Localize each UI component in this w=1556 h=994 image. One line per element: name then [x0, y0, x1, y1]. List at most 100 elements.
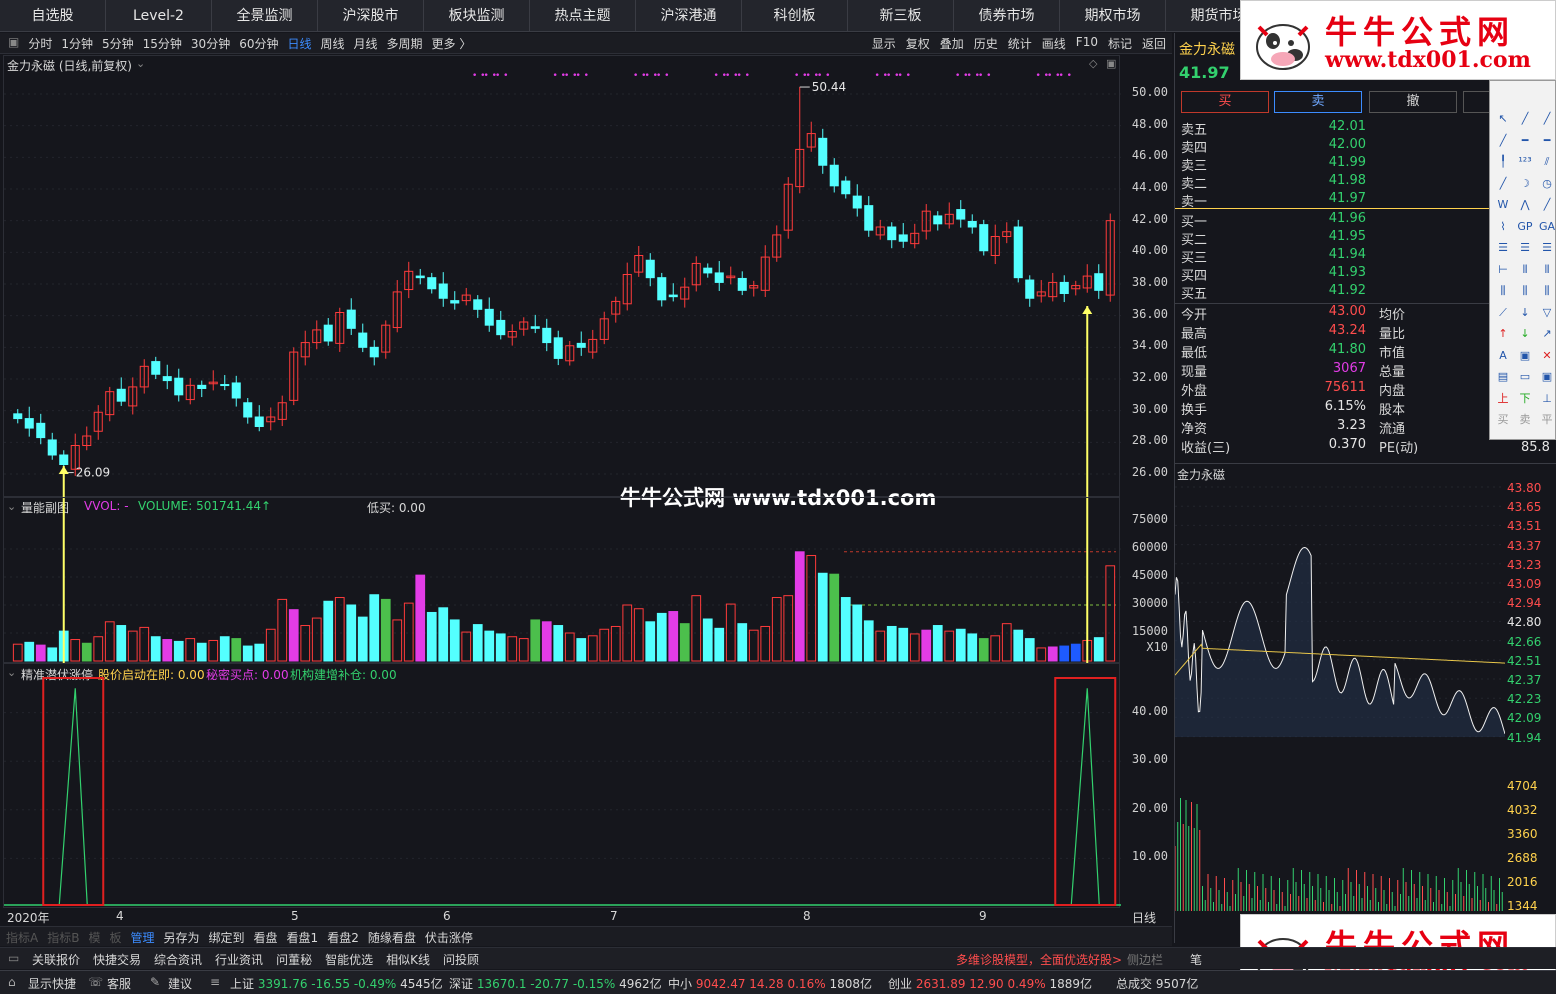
nav-item[interactable]: 热点主题 — [530, 0, 636, 32]
info-link[interactable]: 行业资讯 — [215, 953, 263, 967]
draw-tool-icon[interactable]: ▤ — [1494, 369, 1512, 385]
toolbar-item[interactable]: 历史 — [974, 35, 998, 52]
cancel-button[interactable]: 撤 — [1369, 91, 1457, 113]
draw-tool-icon[interactable]: ⫼ — [1494, 283, 1512, 299]
period-item[interactable]: 60分钟 — [239, 35, 278, 52]
draw-tool-icon[interactable]: ✕ — [1538, 348, 1556, 364]
draw-tool-icon[interactable]: ☰ — [1516, 240, 1534, 256]
draw-tool-icon[interactable]: 下 — [1516, 391, 1534, 407]
draw-tool-icon[interactable]: A — [1494, 348, 1512, 364]
draw-tool-icon[interactable]: ¹²³ — [1516, 154, 1534, 170]
panel-icon[interactable]: ▭ — [8, 951, 19, 965]
info-link[interactable]: 问投顾 — [443, 953, 479, 967]
draw-tool-icon[interactable]: ▽ — [1538, 305, 1556, 321]
period-item[interactable]: 周线 — [321, 35, 345, 52]
draw-tool-icon[interactable]: ⫼ — [1538, 283, 1556, 299]
draw-tool-icon[interactable]: ╱ — [1538, 111, 1556, 127]
indicator-tab[interactable]: 指标B — [47, 931, 79, 945]
indicator-tab[interactable]: 看盘 — [254, 931, 278, 945]
nav-item[interactable]: 沪深股市 — [318, 0, 424, 32]
period-item[interactable]: 更多 〉 — [432, 35, 472, 52]
info-link[interactable]: 关联报价 — [32, 953, 80, 967]
suggest-link[interactable]: 建议 — [168, 975, 192, 992]
indicator-tab[interactable]: 板 — [109, 931, 121, 945]
edit-icon[interactable]: ✎ — [150, 975, 160, 989]
draw-tool-icon[interactable]: W — [1494, 197, 1512, 213]
draw-tool-icon[interactable]: ⊢ — [1494, 262, 1512, 278]
index-cy[interactable]: 创业 2631.89 12.90 0.49% 1889亿 — [888, 975, 1092, 992]
draw-tool-icon[interactable]: ⫼ — [1516, 283, 1534, 299]
draw-tool-icon[interactable]: ╿ — [1494, 154, 1512, 170]
indicator-tab[interactable]: 看盘1 — [287, 931, 319, 945]
sell-button[interactable]: 卖 — [1274, 91, 1362, 113]
draw-tool-icon[interactable]: ↓ — [1516, 326, 1534, 342]
draw-tool-icon[interactable]: ↑ — [1494, 326, 1512, 342]
nav-item[interactable]: 新三板 — [848, 0, 954, 32]
draw-tool-icon[interactable]: ⋀ — [1516, 197, 1534, 213]
nav-item[interactable]: Level-2 — [106, 0, 212, 32]
period-item[interactable]: 分时 — [28, 35, 52, 52]
indicator-tab[interactable]: 管理 — [130, 931, 154, 945]
draw-tool-icon[interactable]: ◷ — [1538, 176, 1556, 192]
toolbar-item[interactable]: 统计 — [1008, 35, 1032, 52]
indicator-tab[interactable]: 随缘看盘 — [368, 931, 416, 945]
draw-tool-icon[interactable]: ↗ — [1538, 326, 1556, 342]
draw-tool-icon[interactable]: ⫴ — [1538, 262, 1556, 278]
info-link[interactable]: 问董秘 — [276, 953, 312, 967]
period-item[interactable]: 30分钟 — [191, 35, 230, 52]
toolbar-item[interactable]: 返回 — [1142, 35, 1166, 52]
draw-tool-icon[interactable]: 上 — [1494, 391, 1512, 407]
indicator-tab[interactable]: 伏击涨停 — [425, 931, 473, 945]
index-zx[interactable]: 中小 9042.47 14.28 0.16% 1808亿 — [668, 975, 872, 992]
tick-tab[interactable]: 笔 — [1190, 951, 1202, 968]
period-item[interactable]: 1分钟 — [61, 35, 93, 52]
draw-tool-icon[interactable]: ▣ — [1538, 369, 1556, 385]
toolbar-item[interactable]: 叠加 — [940, 35, 964, 52]
candlestick-chart[interactable]: 50.4426.09• •• •• • • •• •• • • •• •• • • •… — [4, 56, 1121, 498]
draw-tool-icon[interactable]: ⫴ — [1516, 262, 1534, 278]
draw-tool-icon[interactable]: ━ — [1516, 133, 1534, 149]
indicator-tab[interactable]: 模 — [88, 931, 100, 945]
draw-tool-icon[interactable]: ╱ — [1494, 133, 1512, 149]
info-link[interactable]: 相似K线 — [386, 953, 430, 967]
toolbar-item[interactable]: F10 — [1076, 35, 1098, 52]
nav-item[interactable]: 期权市场 — [1060, 0, 1166, 32]
toolbar-item[interactable]: 复权 — [906, 35, 930, 52]
nav-item[interactable]: 全景监测 — [212, 0, 318, 32]
panel-toggle-icon[interactable]: ▣ — [8, 35, 19, 52]
info-link[interactable]: 综合资讯 — [154, 953, 202, 967]
draw-tool-icon[interactable]: ╱ — [1538, 197, 1556, 213]
draw-tool-icon[interactable]: ☽ — [1516, 176, 1534, 192]
draw-tool-icon[interactable]: ⫽ — [1538, 154, 1556, 170]
draw-tool-icon[interactable]: ↓ — [1516, 305, 1534, 321]
draw-tool-icon[interactable]: ╱ — [1494, 176, 1512, 192]
period-item[interactable]: 多周期 — [387, 35, 423, 52]
period-item[interactable]: 15分钟 — [143, 35, 182, 52]
toolbar-item[interactable]: 显示 — [872, 35, 896, 52]
sidebar-toggle[interactable]: 侧边栏 — [1127, 951, 1163, 968]
draw-tool-icon[interactable]: ☰ — [1538, 240, 1556, 256]
nav-item[interactable]: 科创板 — [742, 0, 848, 32]
info-link[interactable]: 快捷交易 — [93, 953, 141, 967]
draw-tool-icon[interactable]: ▣ — [1516, 348, 1534, 364]
intraday-chart[interactable] — [1175, 481, 1505, 911]
shortcut-toggle[interactable]: 显示快捷 — [28, 975, 76, 992]
headset-icon[interactable]: ☏ — [88, 975, 103, 989]
period-item[interactable]: 5分钟 — [102, 35, 134, 52]
buy-button[interactable]: 买 — [1181, 91, 1269, 113]
period-item[interactable]: 日线 — [287, 35, 311, 52]
nav-item[interactable]: 板块监测 — [424, 0, 530, 32]
draw-tool-icon[interactable]: ☰ — [1494, 240, 1512, 256]
draw-tool-icon[interactable]: ⟋ — [1494, 305, 1512, 321]
promo-link[interactable]: 多维诊股模型，全面优选好股> — [956, 951, 1122, 968]
volume-chart[interactable] — [4, 498, 1121, 664]
draw-tool-icon[interactable]: 卖 — [1516, 412, 1534, 428]
draw-tool-icon[interactable]: ↖ — [1494, 111, 1512, 127]
draw-tool-icon[interactable]: 平 — [1538, 412, 1556, 428]
draw-tool-icon[interactable]: GP — [1516, 219, 1534, 235]
nav-item[interactable]: 自选股 — [0, 0, 106, 32]
draw-tool-icon[interactable]: ▭ — [1516, 369, 1534, 385]
index-sh[interactable]: 上证 3391.76 -16.55 -0.49% 4545亿 — [230, 975, 443, 992]
draw-tool-icon[interactable]: GA — [1538, 219, 1556, 235]
draw-tool-icon[interactable]: 买 — [1494, 412, 1512, 428]
